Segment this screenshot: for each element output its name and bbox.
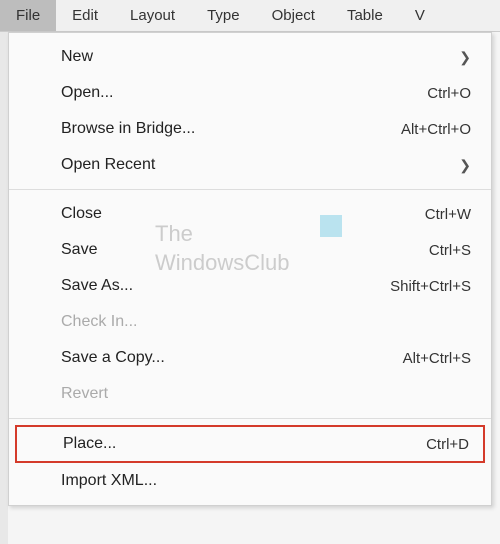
menu-item-label: Open... [61, 84, 427, 102]
menu-item-shortcut: Ctrl+S [429, 242, 471, 259]
menu-item-label: Save As... [61, 277, 390, 295]
menu-item-label: Revert [61, 385, 471, 403]
menu-item-open[interactable]: Open...Ctrl+O [9, 75, 491, 111]
menu-item-revert: Revert [9, 376, 491, 412]
menu-item-close[interactable]: CloseCtrl+W [9, 196, 491, 232]
menu-item-shortcut: Ctrl+W [425, 206, 471, 223]
menu-item-shortcut: Alt+Ctrl+O [401, 121, 471, 138]
menu-item-save[interactable]: SaveCtrl+S [9, 232, 491, 268]
menu-object[interactable]: Object [256, 0, 331, 31]
menu-item-label: Place... [63, 435, 426, 453]
menu-item-shortcut: Ctrl+O [427, 85, 471, 102]
menu-item-label: Open Recent [61, 156, 459, 174]
menu-item-label: New [61, 48, 459, 66]
menu-item-label: Save [61, 241, 429, 259]
menu-v[interactable]: V [399, 0, 441, 31]
menu-file[interactable]: File [0, 0, 56, 31]
menu-item-label: Save a Copy... [61, 349, 403, 367]
menu-item-import-xml[interactable]: Import XML... [9, 463, 491, 499]
menu-item-label: Check In... [61, 313, 471, 331]
menu-item-shortcut: Shift+Ctrl+S [390, 278, 471, 295]
menubar: FileEditLayoutTypeObjectTableV [0, 0, 500, 32]
menu-type[interactable]: Type [191, 0, 256, 31]
separator [9, 189, 491, 190]
menu-item-browse-in-bridge[interactable]: Browse in Bridge...Alt+Ctrl+O [9, 111, 491, 147]
menu-item-save-as[interactable]: Save As...Shift+Ctrl+S [9, 268, 491, 304]
chevron-right-icon: ❯ [459, 157, 471, 174]
separator [9, 418, 491, 419]
chevron-right-icon: ❯ [459, 49, 471, 66]
file-dropdown-menu: New❯Open...Ctrl+OBrowse in Bridge...Alt+… [8, 32, 492, 506]
menu-layout[interactable]: Layout [114, 0, 191, 31]
menu-item-shortcut: Ctrl+D [426, 436, 469, 453]
menu-item-label: Close [61, 205, 425, 223]
menu-item-open-recent[interactable]: Open Recent❯ [9, 147, 491, 183]
menu-item-save-a-copy[interactable]: Save a Copy...Alt+Ctrl+S [9, 340, 491, 376]
menu-item-check-in: Check In... [9, 304, 491, 340]
menu-item-label: Import XML... [61, 472, 471, 490]
menu-item-place[interactable]: Place...Ctrl+D [15, 425, 485, 463]
menu-edit[interactable]: Edit [56, 0, 114, 31]
menu-item-label: Browse in Bridge... [61, 120, 401, 138]
menu-table[interactable]: Table [331, 0, 399, 31]
menu-item-new[interactable]: New❯ [9, 39, 491, 75]
left-edge [0, 32, 8, 544]
menu-item-shortcut: Alt+Ctrl+S [403, 350, 471, 367]
